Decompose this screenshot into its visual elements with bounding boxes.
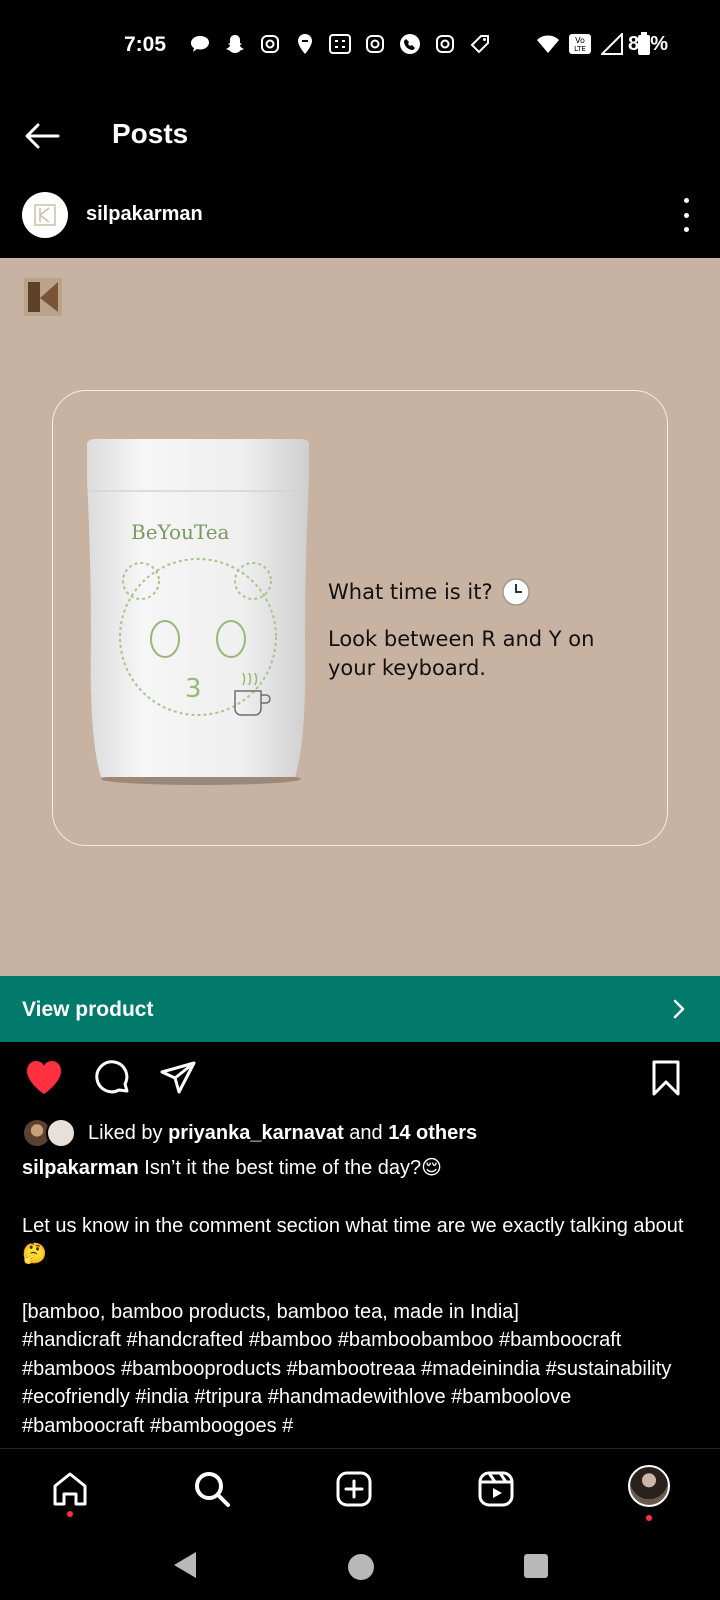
system-navigation (0, 1534, 720, 1600)
likes-user[interactable]: priyanka_karnavat (168, 1122, 344, 1144)
more-dot-icon (683, 198, 689, 203)
likes-text: Liked by priyanka_karnavat and 14 others (88, 1122, 477, 1145)
nav-reels[interactable] (476, 1469, 516, 1509)
author-avatar[interactable] (22, 192, 68, 238)
notification-dot (646, 1515, 652, 1521)
chat-icon (188, 32, 212, 56)
caption-text: Isn’t it the best time of the day?😌 (144, 1157, 442, 1179)
calculator-icon (328, 32, 352, 56)
phone-icon (398, 32, 422, 56)
caption-text: [bamboo, bamboo products, bamboo tea, ma… (22, 1300, 519, 1323)
home-icon (53, 1472, 87, 1506)
search-icon (195, 1472, 230, 1507)
arrow-left-icon (25, 123, 60, 149)
send-icon (160, 1061, 196, 1094)
system-home-button[interactable] (348, 1554, 374, 1580)
system-recents-button[interactable] (524, 1554, 548, 1578)
instagram-icon (363, 32, 387, 56)
post-author-row: silpakarman (0, 188, 720, 250)
notification-icons (188, 32, 492, 56)
bookmark-icon (652, 1060, 680, 1096)
nav-home[interactable] (50, 1469, 90, 1509)
caption-username[interactable]: silpakarman (22, 1157, 139, 1179)
chevron-right-icon (673, 999, 685, 1019)
post-image[interactable]: BeYouTea 3 What time is it? Look between… (0, 258, 720, 976)
liker-avatars (22, 1118, 78, 1148)
card-text: What time is it? Look between R and Y on… (328, 577, 648, 683)
page-header: Posts (0, 100, 720, 170)
view-product-label: View product (22, 998, 154, 1021)
caption-text: Let us know in the comment section what … (22, 1214, 684, 1266)
likes-row[interactable]: Liked by priyanka_karnavat and 14 others (22, 1118, 477, 1148)
likes-prefix: Liked by (88, 1121, 163, 1144)
caption-line: silpakarman Isn’t it the best time of th… (22, 1154, 702, 1183)
svg-text:LTE: LTE (574, 45, 586, 53)
swiggy-icon (293, 32, 317, 56)
view-product-button[interactable]: View product (0, 976, 720, 1042)
content-card: BeYouTea 3 What time is it? Look between… (52, 390, 668, 846)
nav-search[interactable] (192, 1469, 232, 1509)
nav-profile-avatar[interactable] (628, 1465, 670, 1507)
snapchat-icon (223, 32, 247, 56)
back-button[interactable] (22, 116, 62, 156)
like-button[interactable] (24, 1058, 64, 1098)
tea-pouch-image: BeYouTea 3 (87, 439, 309, 785)
comment-button[interactable] (92, 1058, 132, 1098)
instagram-icon (433, 32, 457, 56)
heart-filled-icon (27, 1061, 61, 1094)
bottom-navigation (0, 1448, 720, 1534)
likes-joiner: and (349, 1121, 383, 1144)
card-question-row: What time is it? (328, 577, 648, 607)
nav-create[interactable] (334, 1469, 374, 1509)
avatar (46, 1118, 76, 1148)
caption-hashtags[interactable]: #bamboocraft #bamboogoes # (22, 1412, 702, 1441)
caption-hashtags[interactable]: #handicraft #handcrafted #bamboo #bamboo… (22, 1326, 702, 1383)
card-hint: Look between R and Y on your keyboard. (328, 627, 595, 680)
caption: silpakarman Isn’t it the best time of th… (22, 1154, 702, 1440)
clock-icon (501, 578, 530, 606)
comment-icon (95, 1060, 129, 1094)
status-bar: 7:05 Vo LTE 84% (0, 0, 720, 90)
svg-text:Vo: Vo (575, 36, 585, 45)
save-button[interactable] (646, 1058, 686, 1098)
pouch-brand-text: BeYouTea (131, 520, 230, 544)
card-question: What time is it? (328, 579, 493, 604)
share-button[interactable] (158, 1058, 198, 1098)
svg-text:3: 3 (185, 674, 202, 704)
brand-logo-icon (34, 204, 56, 226)
battery-percent: 84% (627, 33, 668, 55)
brand-logo-icon (24, 278, 62, 316)
more-dot-icon (683, 212, 689, 218)
instagram-icon (258, 32, 282, 56)
reels-icon (478, 1471, 514, 1507)
wifi-icon (536, 32, 560, 56)
create-icon (336, 1471, 372, 1507)
caption-hashtags[interactable]: #ecofriendly #india #tripura #handmadewi… (22, 1383, 702, 1412)
more-options-button[interactable] (680, 198, 692, 232)
post-actions (0, 1058, 720, 1102)
signal-icon (600, 32, 624, 56)
more-dot-icon (683, 227, 689, 232)
system-back-icon[interactable] (172, 1550, 198, 1580)
tag-icon (468, 32, 492, 56)
notification-dot (67, 1511, 73, 1517)
caption-container: silpakarman Isn’t it the best time of th… (0, 1154, 720, 1448)
likes-others[interactable]: 14 others (388, 1122, 477, 1144)
author-username[interactable]: silpakarman (86, 203, 203, 226)
volte-icon: Vo LTE (568, 32, 592, 56)
page-title: Posts (112, 118, 189, 149)
status-time: 7:05 (124, 33, 167, 56)
